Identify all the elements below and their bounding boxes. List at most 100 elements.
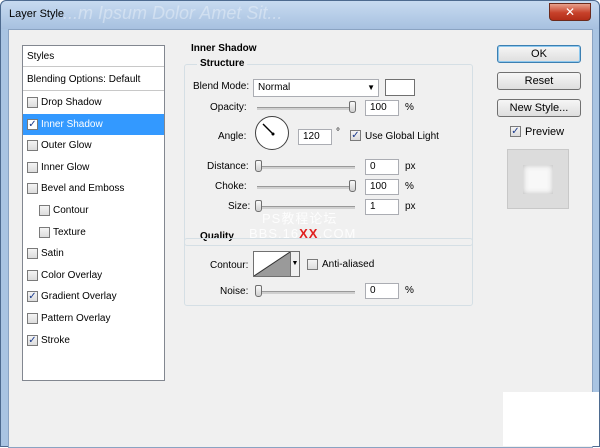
blending-options-item[interactable]: Blending Options: Default <box>23 68 164 91</box>
dropdown-arrow-icon: ▼ <box>291 260 299 267</box>
style-item-checkbox[interactable] <box>27 183 38 195</box>
angle-needle-icon <box>262 123 275 136</box>
style-item-label: Outer Glow <box>41 140 92 152</box>
style-item-checkbox[interactable]: ✓ <box>27 291 38 303</box>
use-global-light-label: Use Global Light <box>365 131 439 142</box>
angle-label: Angle: <box>218 131 247 142</box>
style-item-label: Gradient Overlay <box>41 291 117 303</box>
contour-picker[interactable] <box>253 251 291 277</box>
blend-mode-select[interactable]: Normal ▼ <box>253 79 379 97</box>
noise-slider-thumb[interactable] <box>255 285 262 297</box>
style-item-checkbox[interactable]: ✓ <box>27 334 38 346</box>
blending-options-label: Blending Options: Default <box>27 74 141 85</box>
style-item-label: Texture <box>53 226 86 238</box>
distance-unit: px <box>405 161 416 172</box>
watermark-line1: PS教程论坛 <box>262 211 338 226</box>
choke-slider-thumb[interactable] <box>349 180 356 192</box>
contour-linear-icon <box>254 252 290 276</box>
blank-corner <box>503 392 599 446</box>
style-preview-swatch <box>523 165 553 194</box>
style-item-outer-glow[interactable]: Outer Glow <box>23 135 164 156</box>
opacity-input[interactable]: 100 <box>365 100 399 116</box>
shadow-color-swatch[interactable] <box>385 79 415 96</box>
opacity-label: Opacity: <box>210 102 247 113</box>
opacity-slider-thumb[interactable] <box>349 101 356 113</box>
blend-mode-label: Blend Mode: <box>193 81 250 92</box>
reset-button[interactable]: Reset <box>497 72 581 90</box>
use-global-light-checkbox[interactable]: ✓ <box>350 130 361 141</box>
distance-label: Distance: <box>207 161 249 172</box>
style-item-inner-shadow[interactable]: ✓ Inner Shadow <box>23 113 164 135</box>
angle-input[interactable]: 120 <box>298 129 332 145</box>
inner-shadow-title: Inner Shadow <box>191 43 257 54</box>
style-item-contour[interactable]: Contour <box>23 200 164 221</box>
new-style-button[interactable]: New Style... <box>497 99 581 117</box>
angle-unit: ° <box>336 127 340 138</box>
ok-button[interactable]: OK <box>497 45 581 63</box>
style-item-checkbox[interactable] <box>27 161 38 173</box>
choke-slider-track[interactable] <box>257 186 355 189</box>
distance-slider-track[interactable] <box>257 166 355 169</box>
dialog-client-area: Styles Blending Options: Default Drop Sh… <box>8 29 593 448</box>
style-item-inner-glow[interactable]: Inner Glow <box>23 157 164 178</box>
size-label: Size: <box>228 201 251 212</box>
styles-list: Styles Blending Options: Default Drop Sh… <box>22 45 165 381</box>
style-item-label: Inner Shadow <box>41 118 103 130</box>
style-item-drop-shadow[interactable]: Drop Shadow <box>23 92 164 113</box>
style-item-checkbox[interactable] <box>27 269 38 281</box>
style-item-texture[interactable]: Texture <box>23 222 164 243</box>
structure-title: Structure <box>197 58 248 69</box>
noise-unit: % <box>405 285 414 296</box>
dropdown-arrow-icon: ▼ <box>367 83 375 92</box>
style-item-label: Color Overlay <box>41 269 103 281</box>
style-item-checkbox[interactable] <box>27 313 38 324</box>
quality-group: Contour: ▼ Anti-aliased Noise: 0 % <box>184 238 473 306</box>
contour-dropdown-button[interactable]: ▼ <box>291 251 300 277</box>
window-title-ghost: ...m Ipsum Dolor Amet Sit... <box>63 3 283 23</box>
noise-input[interactable]: 0 <box>365 283 399 299</box>
style-item-bevel-and-emboss[interactable]: Bevel and Emboss <box>23 178 164 199</box>
noise-label: Noise: <box>220 286 249 297</box>
styles-header-label: Styles <box>27 51 55 62</box>
size-slider-thumb[interactable] <box>255 200 262 212</box>
distance-input[interactable]: 0 <box>365 159 399 175</box>
size-unit: px <box>405 201 416 212</box>
style-item-checkbox[interactable] <box>27 97 38 108</box>
noise-slider-track[interactable] <box>257 291 355 294</box>
blend-mode-value: Normal <box>258 82 291 93</box>
style-item-checkbox[interactable] <box>39 205 50 216</box>
style-item-checkbox[interactable]: ✓ <box>27 118 38 130</box>
angle-dial[interactable] <box>255 116 289 150</box>
style-item-label: Bevel and Emboss <box>41 183 125 195</box>
style-item-pattern-overlay[interactable]: Pattern Overlay <box>23 308 164 329</box>
style-item-checkbox[interactable] <box>27 248 38 260</box>
size-input[interactable]: 1 <box>365 199 399 215</box>
choke-input[interactable]: 100 <box>365 179 399 195</box>
style-item-label: Stroke <box>41 334 70 346</box>
style-item-label: Inner Glow <box>41 161 90 173</box>
style-item-label: Drop Shadow <box>41 97 102 108</box>
style-item-gradient-overlay[interactable]: ✓ Gradient Overlay <box>23 286 164 307</box>
preview-checkbox[interactable]: ✓ <box>510 126 521 137</box>
opacity-slider-track[interactable] <box>257 107 355 110</box>
style-item-checkbox[interactable] <box>27 140 38 152</box>
style-preview <box>507 149 569 209</box>
choke-label: Choke: <box>215 181 247 192</box>
title-bar[interactable]: Layer Style ...m Ipsum Dolor Amet Sit...… <box>1 1 599 29</box>
close-button[interactable]: ✕ <box>549 3 591 21</box>
style-item-satin[interactable]: Satin <box>23 243 164 264</box>
preview-label: Preview <box>525 126 565 138</box>
style-item-label: Contour <box>53 205 89 216</box>
choke-unit: % <box>405 181 414 192</box>
style-item-color-overlay[interactable]: Color Overlay <box>23 265 164 286</box>
style-item-stroke[interactable]: ✓ Stroke <box>23 330 164 351</box>
styles-header[interactable]: Styles <box>23 46 164 67</box>
anti-aliased-label: Anti-aliased <box>322 259 375 270</box>
distance-slider-thumb[interactable] <box>255 160 262 172</box>
opacity-unit: % <box>405 102 414 113</box>
style-item-checkbox[interactable] <box>39 226 50 238</box>
anti-aliased-checkbox[interactable] <box>307 259 318 270</box>
style-item-label: Pattern Overlay <box>41 313 111 324</box>
style-item-label: Satin <box>41 248 64 260</box>
layer-style-window: Layer Style ...m Ipsum Dolor Amet Sit...… <box>0 0 600 448</box>
